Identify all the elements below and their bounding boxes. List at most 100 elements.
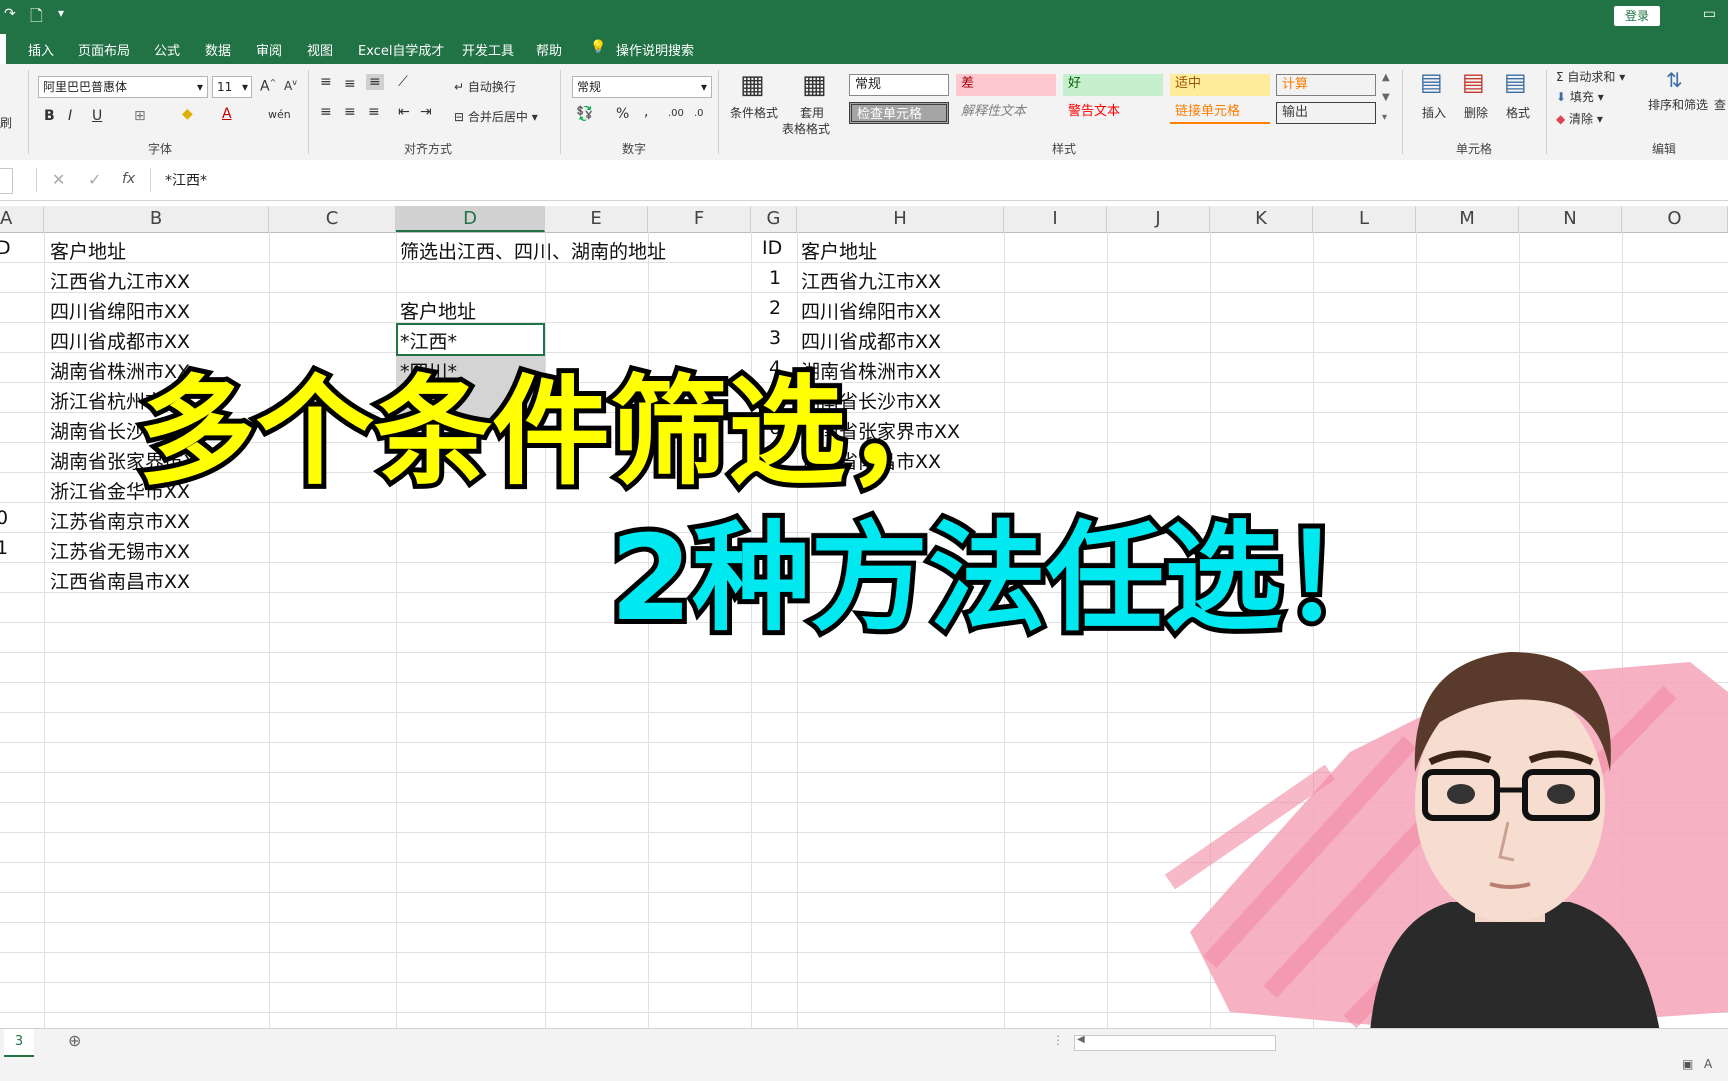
column-header-h[interactable]: H — [797, 206, 1004, 232]
worksheet-grid[interactable]: D01 客户地址 江西省九江市XX 四川省绵阳市XX 四川省成都市XX 湖南省株洲市X… — [0, 232, 1728, 1028]
cell-h-address[interactable]: 江西省九江市XX — [801, 267, 941, 294]
sort-filter-button[interactable]: 排序和筛选 — [1648, 96, 1708, 113]
conditional-format-button[interactable]: 条件格式 — [730, 104, 778, 121]
scroll-left-icon[interactable]: ◀ — [1077, 1034, 1085, 1045]
column-header-g[interactable]: G — [751, 206, 797, 232]
decrease-decimal-icon[interactable]: .0 — [694, 108, 704, 119]
tab-formulas[interactable]: 公式 — [154, 40, 180, 59]
number-format-select[interactable]: 常规 ▾ — [572, 76, 712, 98]
tab-excel-self-study[interactable]: Excel自学成才 — [358, 40, 444, 59]
format-cells-button[interactable]: 格式 — [1506, 104, 1530, 121]
cell-b-header[interactable]: 客户地址 — [50, 237, 126, 264]
cell-g-header[interactable]: ID — [762, 237, 782, 259]
column-header-n[interactable]: N — [1519, 206, 1622, 232]
redo-icon[interactable]: ↷ — [4, 6, 16, 22]
tab-help[interactable]: 帮助 — [536, 40, 562, 59]
delete-cells-button[interactable]: 删除 — [1464, 104, 1488, 121]
formula-input[interactable]: *江西* — [150, 168, 1727, 192]
borders-icon[interactable]: ⊞ — [134, 108, 146, 124]
ribbon-display-icon[interactable]: ▭ — [1703, 6, 1716, 22]
style-output[interactable]: 输出 — [1276, 102, 1376, 124]
column-header-f[interactable]: F — [648, 206, 751, 232]
column-header-c[interactable]: C — [269, 206, 396, 232]
styles-scroll-up-icon[interactable]: ▲ — [1382, 72, 1390, 83]
font-size-select[interactable]: 11 ▾ — [212, 76, 252, 98]
cell-a-value[interactable]: 0 — [0, 507, 8, 529]
cell-a-value[interactable]: 1 — [0, 537, 8, 559]
format-table-label-1[interactable]: 套用 — [800, 104, 824, 121]
customize-toolbar-icon[interactable]: ▾ — [58, 6, 64, 20]
column-header-b[interactable]: B — [44, 206, 269, 232]
find-select-button[interactable]: 查 — [1714, 96, 1726, 113]
format-cells-icon[interactable]: ▤ — [1504, 68, 1527, 96]
align-bottom-icon[interactable]: ≡ — [366, 74, 384, 90]
sort-filter-icon[interactable]: ⇅ — [1666, 68, 1683, 92]
tab-review[interactable]: 审阅 — [256, 40, 282, 59]
column-header-m[interactable]: M — [1416, 206, 1519, 232]
autosum-button[interactable]: Σ 自动求和 ▾ — [1556, 68, 1625, 85]
format-table-icon[interactable]: ▦ — [802, 70, 827, 100]
cancel-icon[interactable]: ✕ — [52, 170, 65, 189]
tab-developer[interactable]: 开发工具 — [462, 40, 514, 59]
column-header-l[interactable]: L — [1313, 206, 1416, 232]
enter-icon[interactable]: ✓ — [88, 170, 101, 189]
accessibility-icon[interactable]: A — [1704, 1057, 1712, 1071]
cell-b-address[interactable]: 江西省九江市XX — [50, 267, 190, 294]
delete-cells-icon[interactable]: ▤ — [1462, 68, 1485, 96]
styles-more-icon[interactable]: ▾ — [1382, 112, 1387, 123]
cell-g-id[interactable]: 1 — [760, 267, 790, 289]
cell-b-address[interactable]: 江苏省南京市XX — [50, 507, 190, 534]
style-check-cell[interactable]: 检查单元格 — [849, 102, 949, 124]
phonetic-icon[interactable]: wén — [268, 108, 291, 121]
name-box[interactable] — [0, 168, 13, 194]
style-good[interactable]: 好 — [1063, 74, 1163, 96]
style-calculation[interactable]: 计算 — [1276, 74, 1376, 96]
insert-function-button[interactable]: fx — [122, 171, 135, 187]
style-bad[interactable]: 差 — [956, 74, 1056, 96]
orientation-icon[interactable]: ⟋ — [398, 74, 408, 90]
column-header-o[interactable]: O — [1622, 206, 1728, 232]
tab-view[interactable]: 视图 — [307, 40, 333, 59]
cell-a-value[interactable]: D — [0, 237, 11, 259]
cell-g-id[interactable]: 2 — [760, 297, 790, 319]
page-layout-view-icon[interactable]: ▣ — [1682, 1057, 1693, 1071]
format-table-label-2[interactable]: 表格格式 — [782, 120, 830, 137]
align-top-icon[interactable]: ≡ — [320, 74, 332, 90]
merge-center-button[interactable]: ⊟ 合并后居中 ▾ — [454, 108, 538, 125]
column-header-a[interactable]: A — [0, 206, 44, 232]
percent-button[interactable]: % — [616, 106, 629, 122]
styles-scroll-down-icon[interactable]: ▼ — [1382, 92, 1390, 103]
insert-cells-icon[interactable]: ▤ — [1420, 68, 1443, 96]
decrease-indent-icon[interactable]: ⇤ — [398, 104, 410, 120]
tab-data[interactable]: 数据 — [205, 40, 231, 59]
style-linked-cell[interactable]: 链接单元格 — [1170, 102, 1270, 124]
add-sheet-icon[interactable]: ⊕ — [68, 1031, 81, 1050]
cell-d-title[interactable]: 筛选出江西、四川、湖南的地址 — [400, 237, 666, 264]
cell-b-address[interactable]: 四川省绵阳市XX — [50, 297, 190, 324]
splitter-icon[interactable]: ⋮ — [1052, 1033, 1064, 1047]
style-explanatory[interactable]: 解释性文本 — [956, 102, 1056, 124]
sheet-tab[interactable]: 3 — [4, 1029, 34, 1057]
wrap-text-button[interactable]: ↵ 自动换行 — [454, 78, 516, 95]
tab-page-layout[interactable]: 页面布局 — [78, 40, 130, 59]
insert-cells-button[interactable]: 插入 — [1422, 104, 1446, 121]
column-header-e[interactable]: E — [545, 206, 648, 232]
print-preview-icon[interactable]: 🗋 — [30, 5, 43, 32]
decrease-font-icon[interactable]: Av — [284, 78, 297, 93]
comma-button[interactable]: , — [644, 104, 648, 120]
tell-me-search[interactable]: 操作说明搜索 — [616, 40, 694, 59]
fill-button[interactable]: ⬇ 填充 ▾ — [1556, 88, 1604, 105]
increase-indent-icon[interactable]: ⇥ — [420, 104, 432, 120]
clear-button[interactable]: ◆ 清除 ▾ — [1556, 110, 1603, 127]
font-color-icon[interactable]: A — [222, 106, 232, 122]
underline-button[interactable]: U — [92, 108, 102, 124]
cell-d-criteria-header[interactable]: 客户地址 — [400, 297, 476, 324]
cell-h-address[interactable]: 四川省绵阳市XX — [801, 297, 941, 324]
italic-button[interactable]: I — [68, 108, 72, 124]
cell-h-header[interactable]: 客户地址 — [801, 237, 877, 264]
style-normal[interactable]: 常规 — [849, 74, 949, 96]
tab-home-edge[interactable] — [0, 34, 6, 64]
column-header-d[interactable]: D — [396, 206, 545, 232]
horizontal-scrollbar[interactable]: ◀ — [1074, 1034, 1276, 1051]
cell-b-address[interactable]: 江西省南昌市XX — [50, 567, 190, 594]
